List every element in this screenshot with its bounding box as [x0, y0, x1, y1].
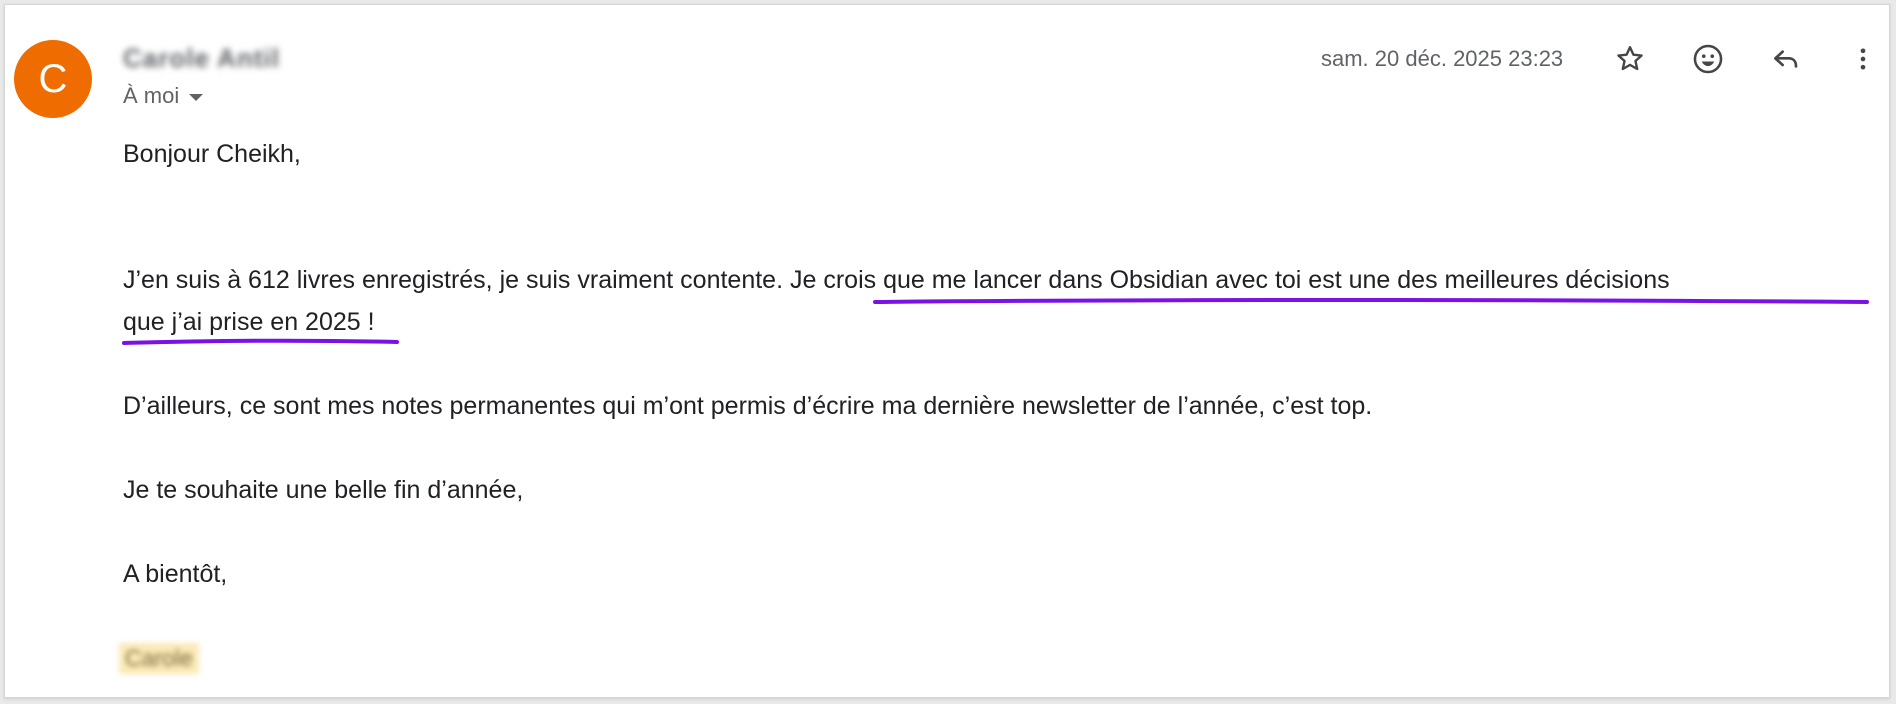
emoji-icon	[1693, 44, 1723, 74]
annotation-underlines	[122, 298, 1869, 345]
add-reaction-button[interactable]	[1686, 37, 1730, 81]
highlighted-sentence-line-2: que j’ai prise en 2025	[123, 308, 361, 336]
email-message-card: C Carole Antil À moi sam. 20 déc. 2025 2…	[4, 4, 1890, 698]
recipient-details-toggle[interactable]: À moi	[123, 83, 204, 109]
body-paragraph-2: D’ailleurs, ce sont mes notes permanente…	[123, 392, 1373, 420]
highlighted-sentence-line-1: Je crois que me lancer dans Obsidian ave…	[789, 266, 1670, 294]
body-paragraph-1: J’en suis à 612 livres enregistrés, je s…	[123, 259, 1873, 343]
paragraph-1-text: J’en suis à 612 livres enregistrés, je s…	[123, 266, 790, 294]
avatar-letter: C	[38, 56, 68, 101]
chevron-down-icon	[189, 93, 204, 101]
reply-icon	[1774, 50, 1798, 68]
signature: Carole	[119, 643, 199, 674]
message-date: sam. 20 déc. 2025 23:23	[1321, 46, 1564, 71]
paragraph-1-end: !	[360, 308, 375, 336]
reply-button[interactable]	[1764, 37, 1808, 81]
more-vert-icon	[1860, 48, 1866, 70]
star-button[interactable]	[1608, 37, 1652, 81]
star-icon	[1617, 46, 1643, 71]
body-paragraph-3: Je te souhaite une belle fin d’année,	[123, 476, 524, 504]
sender-avatar[interactable]: C	[14, 40, 92, 118]
greeting: Bonjour Cheikh,	[123, 140, 301, 168]
recipient-label: À moi	[123, 83, 180, 108]
sender-name[interactable]: Carole Antil	[123, 43, 280, 74]
closing-line: A bientôt,	[123, 560, 228, 588]
more-options-button[interactable]	[1841, 37, 1885, 81]
